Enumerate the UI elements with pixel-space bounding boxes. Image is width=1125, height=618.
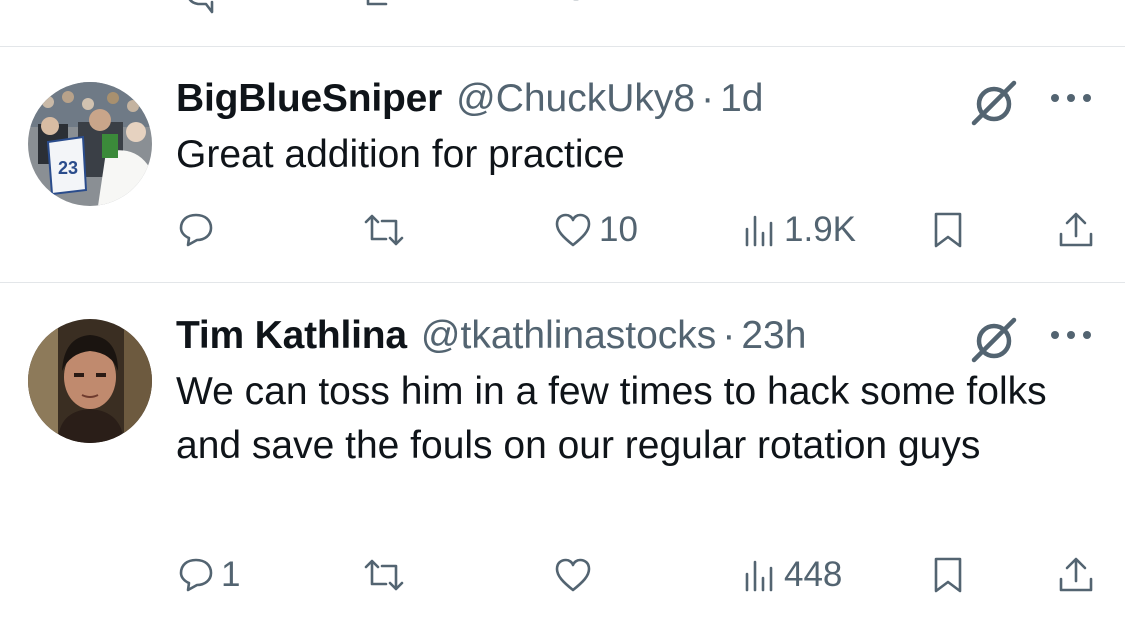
- grok-icon[interactable]: [966, 314, 1022, 364]
- avatar[interactable]: [28, 319, 152, 443]
- separator: ·: [722, 314, 736, 357]
- views-button[interactable]: 1.9K: [742, 205, 856, 255]
- repost-icon: [362, 556, 406, 594]
- display-name[interactable]: BigBlueSniper: [176, 77, 442, 121]
- avatar[interactable]: 23: [28, 82, 152, 206]
- share-icon: [1056, 210, 1096, 250]
- svg-text:23: 23: [58, 158, 78, 178]
- tweet-actions: 10 1.9K: [0, 205, 1125, 255]
- separator: ·: [701, 77, 715, 120]
- views-icon[interactable]: [746, 0, 846, 18]
- bookmark-button[interactable]: [930, 205, 966, 255]
- tweet-actions: 1 448: [0, 550, 1125, 600]
- display-name[interactable]: Tim Kathlina: [176, 314, 407, 358]
- bookmark-icon: [930, 555, 966, 595]
- share-button[interactable]: [1056, 205, 1096, 255]
- reply-icon: [177, 211, 215, 249]
- views-icon: [742, 211, 778, 249]
- tweet-text: Great addition for practice: [176, 133, 625, 176]
- tweet[interactable]: Tim Kathlina @tkathlinastocks · 23h We c…: [0, 284, 1125, 618]
- more-icon[interactable]: [1048, 91, 1094, 105]
- repost-button[interactable]: [362, 205, 412, 255]
- share-button[interactable]: [1056, 550, 1096, 600]
- user-handle[interactable]: @ChuckUky8: [456, 77, 695, 121]
- bookmark-icon[interactable]: [932, 0, 966, 18]
- reply-button[interactable]: 1: [177, 550, 240, 600]
- reply-button[interactable]: [177, 205, 221, 255]
- tweet[interactable]: 23 BigBlueSniper @ChuckUky8 · 1d Great a…: [0, 47, 1125, 283]
- reply-icon: [177, 556, 215, 594]
- share-icon: [1056, 555, 1096, 595]
- timestamp[interactable]: 1d: [720, 77, 763, 121]
- reply-icon[interactable]: [182, 0, 220, 18]
- repost-icon[interactable]: [364, 0, 404, 18]
- heart-icon[interactable]: [556, 0, 596, 18]
- user-handle[interactable]: @tkathlinastocks: [421, 314, 716, 358]
- views-count: 448: [784, 555, 843, 594]
- more-icon[interactable]: [1048, 328, 1094, 342]
- previous-tweet-actions: [0, 0, 1125, 47]
- bookmark-button[interactable]: [930, 550, 966, 600]
- repost-button[interactable]: [362, 550, 412, 600]
- tweet-header: BigBlueSniper @ChuckUky8 · 1d: [176, 77, 764, 121]
- like-count: 10: [599, 210, 638, 249]
- bookmark-icon: [930, 210, 966, 250]
- views-button[interactable]: 448: [742, 550, 842, 600]
- like-button[interactable]: [553, 550, 599, 600]
- share-icon[interactable]: [1058, 0, 1092, 18]
- repost-icon: [362, 211, 406, 249]
- tweet-text: We can toss him in a few times to hack s…: [176, 370, 1047, 467]
- reply-count: 1: [221, 555, 241, 594]
- views-icon: [742, 556, 778, 594]
- grok-icon[interactable]: [966, 77, 1022, 127]
- like-button[interactable]: 10: [553, 205, 638, 255]
- timestamp[interactable]: 23h: [741, 314, 806, 358]
- views-count: 1.9K: [784, 210, 856, 249]
- tweet-header: Tim Kathlina @tkathlinastocks · 23h: [176, 314, 806, 358]
- heart-icon: [553, 211, 593, 249]
- heart-icon: [553, 556, 593, 594]
